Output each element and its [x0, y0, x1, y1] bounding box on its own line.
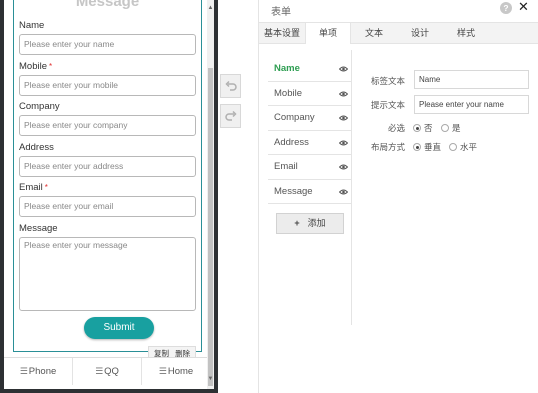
- message-textarea[interactable]: Please enter your message: [19, 237, 196, 311]
- tab-text[interactable]: 文本: [351, 23, 397, 43]
- hint-text-input[interactable]: Please enter your name: [414, 95, 529, 114]
- mobile-input[interactable]: Please enter your mobile: [19, 75, 196, 96]
- settings-panel: 表单 ? ✕ 基本设置 单项 文本 设计 样式 Name Mobile Comp…: [258, 0, 538, 393]
- radio-selected: [413, 143, 421, 151]
- email-label: Email *: [19, 182, 48, 193]
- menu-icon: ☰: [95, 366, 104, 376]
- field-list-item-message[interactable]: Message: [268, 180, 351, 204]
- required-label: 必选: [387, 123, 405, 133]
- mobile-label: Mobile *: [19, 61, 53, 72]
- bottom-nav: ☰ Phone ☰ QQ ☰ Home: [4, 357, 210, 385]
- address-input[interactable]: Please enter your address: [19, 156, 196, 177]
- tab-design[interactable]: 设计: [397, 23, 443, 43]
- required-yes-option[interactable]: 是: [441, 122, 461, 134]
- layout-vertical-option[interactable]: 垂直: [413, 141, 441, 153]
- phone-screen: Message Name Please enter your name Mobi…: [4, 0, 214, 389]
- eye-icon[interactable]: [339, 164, 348, 170]
- hint-text-label: 提示文本: [370, 100, 405, 110]
- radio-unselected: [441, 124, 449, 132]
- tab-style[interactable]: 样式: [443, 23, 489, 43]
- company-label: Company: [19, 101, 60, 112]
- redo-button[interactable]: [220, 104, 241, 128]
- eye-icon[interactable]: [339, 115, 348, 121]
- radio-selected: [413, 124, 421, 132]
- form-editor: Message Name Please enter your name Mobi…: [0, 0, 538, 393]
- tab-single-item[interactable]: 单项: [305, 23, 351, 44]
- layout-label: 布局方式: [370, 142, 405, 152]
- required-mark: *: [44, 183, 48, 192]
- eye-icon[interactable]: [339, 66, 348, 72]
- company-input[interactable]: Please enter your company: [19, 115, 196, 136]
- add-field-button[interactable]: + 添加: [276, 213, 344, 234]
- field-list-item-email[interactable]: Email: [268, 155, 351, 180]
- radio-unselected: [449, 143, 457, 151]
- phone-preview: Message Name Please enter your name Mobi…: [0, 0, 218, 393]
- nav-item-phone[interactable]: ☰ Phone: [4, 358, 73, 385]
- name-label: Name: [19, 20, 45, 31]
- required-mark: *: [49, 62, 53, 71]
- help-icon[interactable]: ?: [500, 2, 512, 14]
- eye-icon[interactable]: [339, 189, 348, 195]
- list-divider: [351, 50, 352, 325]
- message-label: Message: [19, 223, 58, 234]
- address-label: Address: [19, 142, 54, 153]
- preview-scrollbar[interactable]: ▲ ▼: [207, 0, 214, 389]
- label-text-input[interactable]: Name: [414, 70, 529, 89]
- eye-icon[interactable]: [339, 140, 348, 146]
- undo-button[interactable]: [220, 74, 241, 98]
- form-selection-frame[interactable]: Message Name Please enter your name Mobi…: [13, 0, 202, 352]
- plus-icon: +: [294, 218, 300, 228]
- panel-title: 表单: [271, 7, 291, 18]
- layout-horizontal-option[interactable]: 水平: [449, 141, 477, 153]
- nav-item-qq[interactable]: ☰ QQ: [73, 358, 142, 385]
- menu-icon: ☰: [158, 366, 167, 376]
- panel-tabs: 基本设置 单项 文本 设计 样式: [259, 22, 538, 44]
- menu-icon: ☰: [19, 366, 28, 376]
- email-input[interactable]: Please enter your email: [19, 196, 196, 217]
- eye-icon[interactable]: [339, 91, 348, 97]
- field-list-item-company[interactable]: Company: [268, 106, 351, 131]
- tab-basic-settings[interactable]: 基本设置: [259, 23, 305, 43]
- field-list-item-name[interactable]: Name: [268, 57, 351, 82]
- nav-item-home[interactable]: ☰ Home: [142, 358, 210, 385]
- required-no-option[interactable]: 否: [413, 122, 433, 134]
- field-list-item-address[interactable]: Address: [268, 131, 351, 155]
- undo-icon: [224, 80, 237, 91]
- form-title: Message: [75, 0, 140, 10]
- close-icon[interactable]: ✕: [518, 0, 529, 15]
- scroll-thumb[interactable]: [208, 68, 213, 386]
- field-list: Name Mobile Company Address Email Messag…: [268, 57, 351, 204]
- scroll-up-arrow-icon[interactable]: ▲: [207, 5, 214, 11]
- submit-button[interactable]: Submit: [84, 317, 154, 339]
- name-input[interactable]: Please enter your name: [19, 34, 196, 55]
- field-list-item-mobile[interactable]: Mobile: [268, 82, 351, 106]
- redo-icon: [224, 110, 237, 121]
- label-text-label: 标签文本: [370, 76, 405, 86]
- scroll-down-arrow-icon[interactable]: ▼: [207, 376, 214, 382]
